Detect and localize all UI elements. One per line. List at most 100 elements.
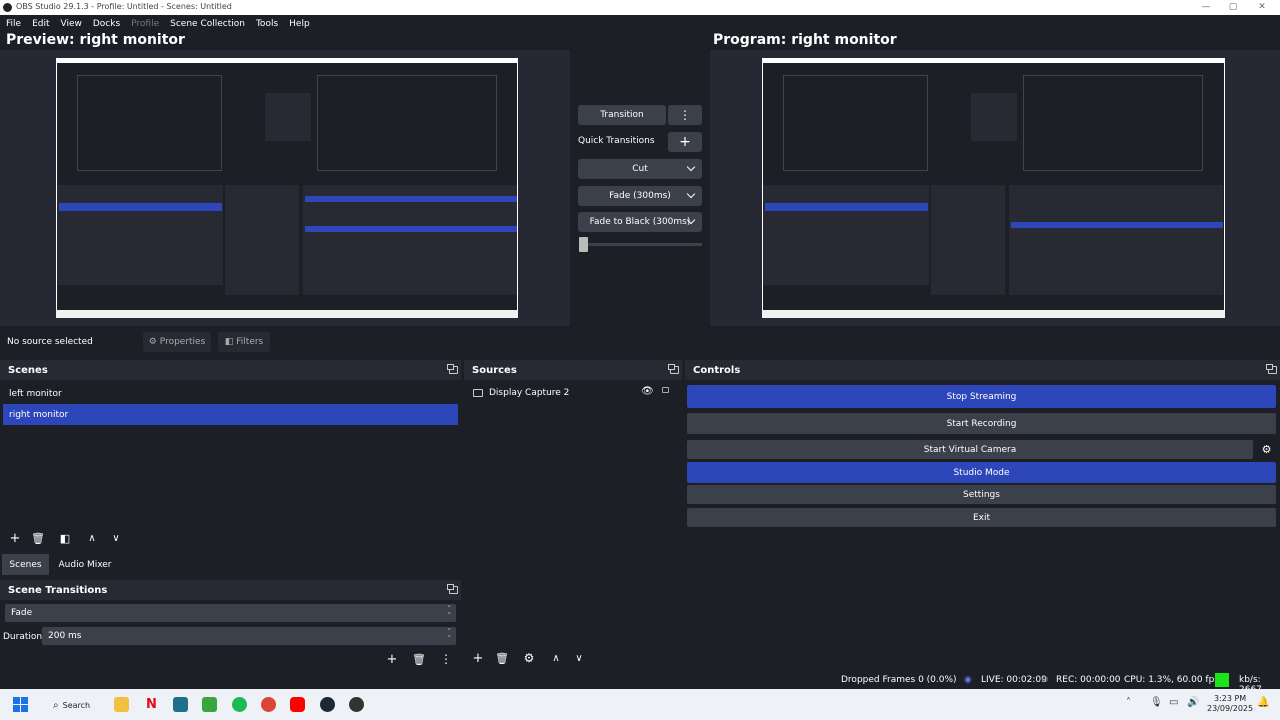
unlocked-icon[interactable] xyxy=(662,387,669,393)
add-quick-transition-icon[interactable]: + xyxy=(668,132,702,152)
menu-profile[interactable]: Profile xyxy=(131,19,159,29)
filters-label: Filters xyxy=(236,337,264,347)
minimize-button[interactable]: — xyxy=(1196,1,1216,14)
taskbar-search[interactable]: ⌕ Search xyxy=(43,695,101,715)
search-icon: ⌕ xyxy=(53,699,59,711)
properties-button[interactable]: ⚙ Properties xyxy=(143,332,211,352)
undock-icon[interactable] xyxy=(1266,364,1277,374)
clock-time: 3:23 PM xyxy=(1213,694,1247,703)
close-button[interactable]: ✕ xyxy=(1252,1,1272,14)
stop-streaming-button[interactable]: Stop Streaming xyxy=(687,385,1276,408)
filters-button[interactable]: ◧ Filters xyxy=(218,332,270,352)
scene-item-right-monitor[interactable]: right monitor xyxy=(3,404,458,425)
scenes-header: Scenes xyxy=(0,360,461,380)
rec-icon: ⊘ xyxy=(1041,675,1049,685)
preview-label: Preview: right monitor xyxy=(6,32,185,48)
menu-bar: File Edit View Docks Profile Scene Colle… xyxy=(0,15,1280,32)
trash-icon[interactable]: 🗑 xyxy=(28,529,48,547)
minecraft-icon[interactable] xyxy=(202,697,217,712)
quick-transition-fade[interactable]: Fade (300ms) xyxy=(578,186,702,206)
scene-transitions-title: Scene Transitions xyxy=(8,584,108,596)
controls-header: Controls xyxy=(685,360,1280,380)
trash-icon[interactable]: 🗑 xyxy=(409,650,429,668)
undock-icon[interactable] xyxy=(668,364,679,374)
move-down-icon[interactable]: ∨ xyxy=(106,529,126,547)
add-source-icon[interactable]: + xyxy=(468,649,488,667)
tab-scenes[interactable]: Scenes xyxy=(2,554,49,575)
scene-filters-icon[interactable]: ◧ xyxy=(55,529,75,547)
settings-button[interactable]: Settings xyxy=(687,485,1276,504)
steam-icon[interactable] xyxy=(320,697,335,712)
move-up-icon[interactable]: ∧ xyxy=(546,649,566,667)
eye-icon[interactable]: 👁 xyxy=(641,386,654,397)
add-scene-icon[interactable]: + xyxy=(5,529,25,547)
no-source-status: No source selected xyxy=(7,337,93,347)
quick-transition-fade-black[interactable]: Fade to Black (300ms) xyxy=(578,212,702,232)
move-up-icon[interactable]: ∧ xyxy=(82,529,102,547)
spotify-icon[interactable] xyxy=(232,697,247,712)
start-recording-button[interactable]: Start Recording xyxy=(687,413,1276,434)
undock-icon[interactable] xyxy=(447,364,458,374)
netflix-icon[interactable]: N xyxy=(144,697,159,712)
notification-bell-icon[interactable]: 🔔 xyxy=(1257,697,1269,708)
source-toolbar: No source selected ⚙ Properties ◧ Filters xyxy=(0,332,1280,354)
program-canvas xyxy=(710,50,1280,326)
duration-spinbox[interactable]: 200 ms ˄ ˅ xyxy=(42,627,456,645)
start-virtual-camera-button[interactable]: Start Virtual Camera xyxy=(687,440,1253,459)
youtube-icon[interactable] xyxy=(290,697,305,712)
chrome-icon[interactable] xyxy=(261,697,276,712)
source-item[interactable]: Display Capture 2 👁 xyxy=(467,382,679,403)
scene-transitions-header: Scene Transitions xyxy=(0,580,461,600)
gear-icon[interactable]: ⚙ xyxy=(519,649,539,667)
file-explorer-icon[interactable] xyxy=(114,697,129,712)
duration-label: Duration xyxy=(3,632,43,642)
duration-value: 200 ms xyxy=(48,631,82,641)
obs-taskbar-icon[interactable] xyxy=(349,697,364,712)
transition-more-icon[interactable]: ⋮ xyxy=(668,105,702,125)
menu-scene-collection[interactable]: Scene Collection xyxy=(170,19,245,29)
taskbar-clock[interactable]: 3:23 PM 23/09/2025 xyxy=(1207,694,1253,714)
tbar-handle[interactable] xyxy=(579,237,588,252)
exit-button[interactable]: Exit xyxy=(687,508,1276,527)
chevron-up-icon[interactable]: ˄ xyxy=(1126,697,1131,708)
more-options-icon[interactable]: ⋮ xyxy=(436,650,456,668)
stream-health-indicator xyxy=(1215,673,1229,687)
gear-icon[interactable]: ⚙ xyxy=(1257,440,1276,459)
volume-icon[interactable]: 🔊 xyxy=(1187,697,1199,708)
preview-canvas[interactable] xyxy=(0,50,570,326)
sources-header: Sources xyxy=(464,360,682,380)
menu-docks[interactable]: Docks xyxy=(93,19,120,29)
tab-audio-mixer[interactable]: Audio Mixer xyxy=(52,554,118,575)
menu-file[interactable]: File xyxy=(6,19,21,29)
status-bar: Dropped Frames 0 (0.0%) ◉ LIVE: 00:02:09… xyxy=(0,671,1280,695)
maximize-button[interactable]: ▢ xyxy=(1223,1,1243,14)
program-label: Program: right monitor xyxy=(713,32,897,48)
app-icon[interactable] xyxy=(173,697,188,712)
chevron-down-icon xyxy=(686,189,696,199)
add-transition-icon[interactable]: + xyxy=(382,650,402,668)
sources-title: Sources xyxy=(472,364,517,376)
quick-transition-cut[interactable]: Cut xyxy=(578,159,702,179)
undock-icon[interactable] xyxy=(447,584,458,594)
window-title: OBS Studio 29.1.3 - Profile: Untitled - … xyxy=(16,2,232,11)
transition-button[interactable]: Transition xyxy=(578,105,666,125)
chevron-down-icon xyxy=(686,162,696,172)
menu-help[interactable]: Help xyxy=(289,19,310,29)
studio-mode-button[interactable]: Studio Mode xyxy=(687,462,1276,483)
menu-edit[interactable]: Edit xyxy=(32,19,49,29)
windows-start-icon[interactable] xyxy=(13,697,29,713)
microphone-icon[interactable]: 🎙 xyxy=(1150,697,1163,708)
menu-tools[interactable]: Tools xyxy=(256,19,278,29)
move-down-icon[interactable]: ∨ xyxy=(569,649,589,667)
transition-select-value: Fade xyxy=(11,608,33,618)
menu-view[interactable]: View xyxy=(61,19,82,29)
trash-icon[interactable]: 🗑 xyxy=(492,649,512,667)
network-icon[interactable]: ▭ xyxy=(1169,697,1178,708)
scene-item-label: right monitor xyxy=(9,409,69,420)
source-item-label: Display Capture 2 xyxy=(489,387,570,398)
transition-select[interactable]: Fade ˄ ˅ xyxy=(5,604,456,622)
scene-item-left-monitor[interactable]: left monitor xyxy=(3,383,458,404)
scene-item-label: left monitor xyxy=(9,388,62,399)
tbar-track[interactable] xyxy=(581,243,702,246)
live-time: LIVE: 00:02:09 xyxy=(981,675,1047,685)
